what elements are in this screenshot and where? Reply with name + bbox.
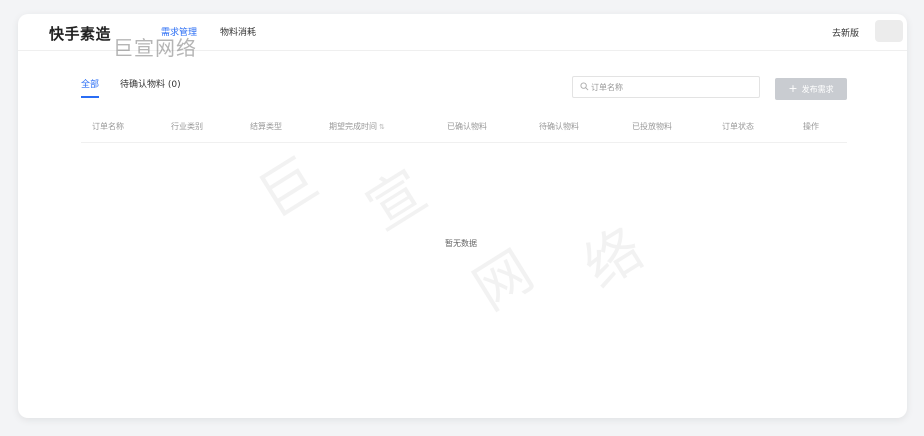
publish-demand-label: 发布需求 (801, 85, 834, 94)
avatar[interactable] (875, 20, 903, 42)
switch-new-version-link[interactable]: 去新版 (832, 26, 859, 39)
column-header: 已确认物料 (447, 122, 487, 131)
column-header: 行业类别 (171, 122, 203, 131)
search-input[interactable] (591, 79, 751, 95)
column-header: 订单状态 (722, 122, 754, 131)
column-header-sortable[interactable]: 期望完成时间 ⇅ (329, 121, 385, 132)
watermark-char: 宣 (355, 158, 438, 244)
column-header: 结算类型 (250, 122, 282, 131)
column-header: 操作 (803, 122, 819, 131)
publish-demand-button[interactable]: + 发布需求 (775, 78, 847, 100)
search-icon (580, 82, 589, 91)
search-box[interactable] (572, 76, 760, 98)
watermark-logo: 巨宣网络 (113, 36, 197, 60)
sort-icon[interactable]: ⇅ (379, 123, 385, 131)
nav-material-consumption[interactable]: 物料消耗 (220, 25, 256, 38)
column-header: 已投放物料 (632, 122, 672, 131)
column-header-label: 期望完成时间 (329, 122, 377, 131)
plus-icon: + (788, 82, 798, 95)
brand-title: 快手素造 (49, 25, 112, 43)
main-card: 快手素造 需求管理 物料消耗 去新版 全部 待确认物料 (0) +发布需求 订单… (18, 14, 907, 418)
active-tab-indicator (81, 96, 99, 98)
watermark-char: 络 (572, 216, 655, 302)
tab-all[interactable]: 全部 (81, 77, 99, 90)
watermark-char: 巨 (247, 146, 330, 232)
column-header: 订单名称 (92, 122, 124, 131)
tab-pending-materials[interactable]: 待确认物料 (0) (120, 77, 181, 90)
column-header: 待确认物料 (539, 122, 579, 131)
table-header: 订单名称 行业类别 结算类型 期望完成时间 ⇅ 已确认物料 待确认物料 已投放物料… (81, 114, 847, 143)
